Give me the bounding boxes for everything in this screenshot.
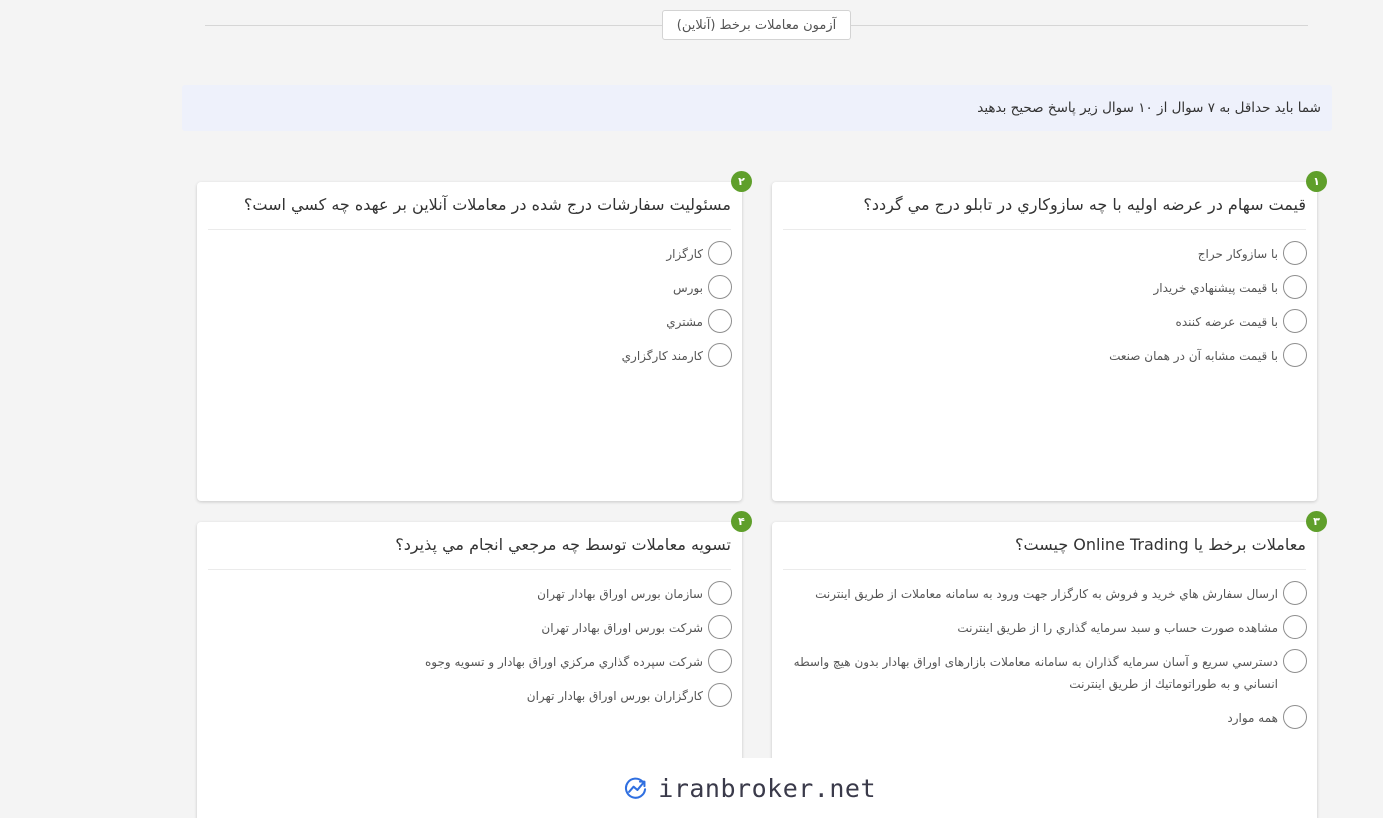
radio-button[interactable] xyxy=(1283,241,1307,265)
question-text: تسويه معاملات توسط چه مرجعي انجام مي پذي… xyxy=(395,535,731,554)
option-label: مشتري xyxy=(666,315,703,329)
radio-button[interactable] xyxy=(708,649,732,673)
option-label: دسترسي سريع و آسان سرمايه گذاران به ساما… xyxy=(793,655,1278,691)
radio-button[interactable] xyxy=(708,309,732,333)
radio-button[interactable] xyxy=(708,275,732,299)
options-list: كارگزار بورس مشتري كارمند كارگزاري xyxy=(197,230,742,367)
answer-option[interactable]: بورس xyxy=(207,275,732,299)
question-card-2: ۲ مسئوليت سفارشات درج شده در معاملات آنل… xyxy=(197,171,752,501)
page-title: آزمون معاملات برخط (آنلاين) xyxy=(662,10,851,40)
question-card-1: ۱ قيمت سهام در عرضه اوليه با چه سازوكاري… xyxy=(772,171,1327,501)
radio-button[interactable] xyxy=(708,683,732,707)
question-number-badge: ۳ xyxy=(1306,511,1327,532)
answer-option[interactable]: دسترسي سريع و آسان سرمايه گذاران به ساما… xyxy=(782,649,1307,695)
option-label: بورس xyxy=(673,281,703,295)
question-text: مسئوليت سفارشات درج شده در معاملات آنلاي… xyxy=(243,195,731,214)
options-list: با سازوكار حراج با قيمت پيشنهادي خريدار … xyxy=(772,230,1317,367)
options-list: سازمان بورس اوراق بهادار تهران شركت بورس… xyxy=(197,570,742,707)
radio-button[interactable] xyxy=(1283,615,1307,639)
answer-option[interactable]: كارمند كارگزاري xyxy=(207,343,732,367)
answer-option[interactable]: كارگزار xyxy=(207,241,732,265)
option-label: كارگزار xyxy=(666,247,703,261)
radio-button[interactable] xyxy=(708,615,732,639)
question-number-badge: ۴ xyxy=(731,511,752,532)
question-text: قيمت سهام در عرضه اوليه با چه سازوكاري د… xyxy=(863,195,1306,214)
option-label: با قيمت عرضه كننده xyxy=(1175,315,1278,329)
radio-button[interactable] xyxy=(1283,705,1307,729)
answer-option[interactable]: با سازوكار حراج xyxy=(782,241,1307,265)
option-label: شركت سپرده گذاري مركزي اوراق بهادار و تس… xyxy=(424,655,703,669)
answer-option[interactable]: با قيمت پيشنهادي خريدار xyxy=(782,275,1307,299)
radio-button[interactable] xyxy=(1283,343,1307,367)
option-label: شركت بورس اوراق بهادار تهران xyxy=(541,621,703,635)
option-label: با قيمت مشابه آن در همان صنعت xyxy=(1109,349,1278,363)
watermark-text: iranbroker.net xyxy=(658,773,876,803)
option-label: سازمان بورس اوراق بهادار تهران xyxy=(537,587,703,601)
option-label: با قيمت پيشنهادي خريدار xyxy=(1153,281,1278,295)
answer-option[interactable]: همه موارد xyxy=(782,705,1307,729)
option-label: مشاهده صورت حساب و سبد سرمايه گذاري را ا… xyxy=(957,621,1278,635)
option-label: ارسال سفارش هاي خريد و فروش به كارگزار ج… xyxy=(815,587,1278,601)
answer-option[interactable]: كارگزاران بورس اوراق بهادار تهران xyxy=(207,683,732,707)
answer-option[interactable]: مشتري xyxy=(207,309,732,333)
watermark: iranbroker.net xyxy=(604,758,876,818)
chart-arrow-logo-icon xyxy=(624,777,647,799)
answer-option[interactable]: شركت بورس اوراق بهادار تهران xyxy=(207,615,732,639)
radio-button[interactable] xyxy=(708,241,732,265)
exam-header: آزمون معاملات برخط (آنلاين) xyxy=(0,0,1383,50)
option-label: همه موارد xyxy=(1227,711,1278,725)
answer-option[interactable]: شركت سپرده گذاري مركزي اوراق بهادار و تس… xyxy=(207,649,732,673)
radio-button[interactable] xyxy=(1283,309,1307,333)
radio-button[interactable] xyxy=(1283,275,1307,299)
radio-button[interactable] xyxy=(708,581,732,605)
answer-option[interactable]: سازمان بورس اوراق بهادار تهران xyxy=(207,581,732,605)
answer-option[interactable]: مشاهده صورت حساب و سبد سرمايه گذاري را ا… xyxy=(782,615,1307,639)
answer-option[interactable]: ارسال سفارش هاي خريد و فروش به كارگزار ج… xyxy=(782,581,1307,605)
radio-button[interactable] xyxy=(708,343,732,367)
option-label: كارگزاران بورس اوراق بهادار تهران xyxy=(526,689,703,703)
option-label: كارمند كارگزاري xyxy=(621,349,703,363)
radio-button[interactable] xyxy=(1283,649,1307,673)
question-text: معاملات برخط يا Online Trading چيست؟ xyxy=(1015,535,1306,554)
options-list: ارسال سفارش هاي خريد و فروش به كارگزار ج… xyxy=(772,570,1317,729)
option-label: با سازوكار حراج xyxy=(1197,247,1278,261)
answer-option[interactable]: با قيمت عرضه كننده xyxy=(782,309,1307,333)
instructions-notice: شما بايد حداقل به ۷ سوال از ۱۰ سوال زير … xyxy=(182,85,1332,131)
question-number-badge: ۲ xyxy=(731,171,752,192)
answer-option[interactable]: با قيمت مشابه آن در همان صنعت xyxy=(782,343,1307,367)
question-number-badge: ۱ xyxy=(1306,171,1327,192)
radio-button[interactable] xyxy=(1283,581,1307,605)
